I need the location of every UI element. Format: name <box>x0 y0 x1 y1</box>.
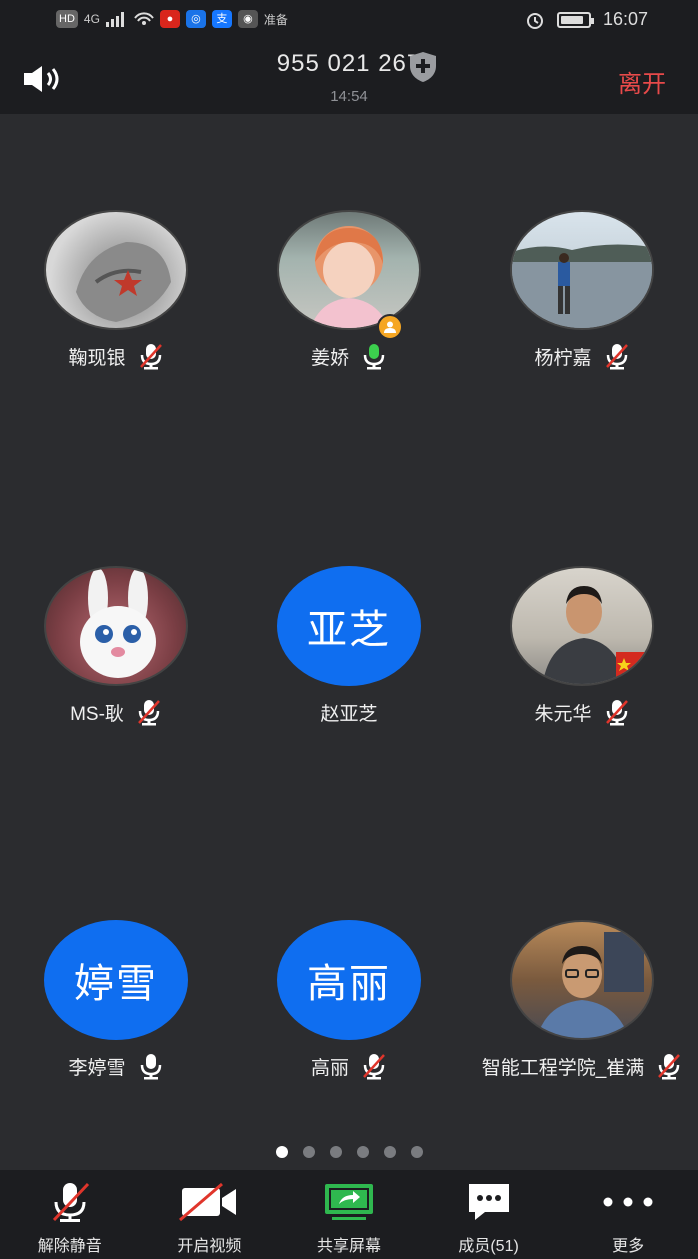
alipay-icon: 支 <box>211 10 232 28</box>
participant-name-row: 杨柠嘉 <box>482 342 682 370</box>
more-label: 更多 <box>612 1238 645 1255</box>
page-dot[interactable] <box>356 1146 369 1158</box>
leave-button[interactable]: 离开 <box>618 64 666 99</box>
more-icon <box>603 1197 653 1207</box>
participant-name: 姜娇 <box>310 347 349 369</box>
meeting-app-icon: ◎ <box>185 10 206 28</box>
battery-icon <box>556 11 594 28</box>
fist-photo <box>76 242 171 322</box>
carrier-text: 准备 <box>263 12 288 27</box>
mic-off-icon <box>52 1182 89 1222</box>
avatar <box>510 210 654 330</box>
page-dot[interactable] <box>302 1146 315 1158</box>
avatar <box>44 210 188 330</box>
page-dot[interactable] <box>329 1146 342 1158</box>
avatar-initials: 亚芝 <box>277 566 421 686</box>
participant-name: 高丽 <box>310 1057 349 1079</box>
eye-app-icon: ◉ <box>237 10 258 28</box>
status-right: 16:07 <box>525 9 648 30</box>
chat-bubble-icon <box>468 1184 509 1220</box>
participant-name-row: 高丽 <box>249 1052 449 1080</box>
meeting-duration: 14:54 <box>330 88 368 105</box>
mic-muted-icon <box>605 700 628 726</box>
participant-tile[interactable]: 鞠现银 <box>16 210 216 370</box>
man-glasses-photo <box>537 932 644 1038</box>
participant-name-row: 鞠现银 <box>16 342 216 370</box>
clock: 16:07 <box>602 9 648 29</box>
man-photo <box>542 586 646 684</box>
avatar <box>277 210 421 330</box>
participant-tile[interactable]: 高丽 高丽 <box>249 920 449 1080</box>
participant-tile[interactable]: MS-耿 <box>16 566 216 726</box>
participant-tile[interactable]: 姜娇 <box>249 210 449 370</box>
participant-tile[interactable]: 亚芝 赵亚芝 <box>249 566 449 726</box>
participant-tile[interactable]: 智能工程学院_崔满 <box>464 920 698 1080</box>
avatar-initials: 婷雪 <box>44 920 188 1040</box>
participant-name-row: 朱元华 <box>482 698 682 726</box>
video-off-icon <box>179 1182 237 1222</box>
status-icons: HD 4G ● ◎ 支 ◉ 准备 <box>56 10 288 28</box>
avatar <box>510 920 654 1040</box>
unmute-label: 解除静音 <box>37 1238 102 1255</box>
meeting-toolbar: 解除静音 开启视频 共享屏幕 成员(51) 更多 <box>0 1170 698 1259</box>
page-indicator[interactable] <box>0 1146 698 1158</box>
alarm-icon <box>526 12 543 29</box>
share-label: 共享屏幕 <box>316 1238 381 1255</box>
share-screen-icon <box>324 1184 373 1220</box>
participant-name: 李婷雪 <box>68 1057 126 1079</box>
girl-photo <box>310 226 390 328</box>
mic-muted-icon <box>658 1054 681 1080</box>
recorder-app-icon: ● <box>159 10 180 28</box>
meeting-id[interactable]: 955 021 267 <box>0 50 698 78</box>
beach-photo <box>512 244 652 328</box>
video-label: 开启视频 <box>177 1238 242 1255</box>
mic-muted-icon <box>363 1054 385 1080</box>
status-bar: HD 4G ● ◎ 支 ◉ 准备 16:07 <box>0 0 698 42</box>
mic-muted-icon <box>137 700 160 726</box>
participant-name-row: 李婷雪 <box>16 1052 216 1080</box>
participant-name: 杨柠嘉 <box>534 347 592 369</box>
host-badge-icon <box>377 314 403 340</box>
page-dot[interactable] <box>410 1146 423 1158</box>
more-button[interactable]: 更多 <box>558 1170 698 1259</box>
participant-name-row: 智能工程学院_崔满 <box>464 1052 698 1080</box>
mic-icon <box>140 1054 161 1080</box>
participant-name: 鞠现银 <box>68 347 126 369</box>
avatar <box>44 566 188 686</box>
share-screen-button[interactable]: 共享屏幕 <box>279 1170 419 1259</box>
security-shield-icon[interactable] <box>408 51 438 83</box>
unmute-button[interactable]: 解除静音 <box>0 1170 140 1259</box>
avatar <box>510 566 654 686</box>
participant-tile[interactable]: 婷雪 李婷雪 <box>16 920 216 1080</box>
participant-tile[interactable]: 杨柠嘉 <box>482 210 682 370</box>
avatar-initials: 高丽 <box>277 920 421 1040</box>
participant-name-row: 姜娇 <box>249 342 449 370</box>
participant-name: MS-耿 <box>70 703 124 725</box>
participant-tile[interactable]: 朱元华 <box>482 566 682 726</box>
participant-name-row: 赵亚芝 <box>249 698 449 726</box>
participant-name: 赵亚芝 <box>320 703 378 725</box>
hd-badge: HD <box>56 10 78 28</box>
meeting-header: 955 021 267 14:54 离开 <box>0 42 698 114</box>
members-label: 成员(51) <box>458 1238 519 1255</box>
members-button[interactable]: 成员(51) <box>419 1170 559 1259</box>
network-type: 4G <box>83 12 100 26</box>
mic-active-icon <box>363 344 385 370</box>
battery-level <box>560 15 584 24</box>
page-dot[interactable] <box>275 1146 288 1158</box>
participant-name: 朱元华 <box>534 703 592 725</box>
page-dot[interactable] <box>383 1146 396 1158</box>
participant-name: 智能工程学院_崔满 <box>481 1057 645 1079</box>
bunny-photo <box>80 568 156 678</box>
participant-name-row: MS-耿 <box>16 698 216 726</box>
mic-muted-icon <box>139 344 162 370</box>
hotspot-icon <box>134 12 154 25</box>
start-video-button[interactable]: 开启视频 <box>140 1170 280 1259</box>
signal-icon <box>105 12 124 27</box>
mic-muted-icon <box>605 344 628 370</box>
